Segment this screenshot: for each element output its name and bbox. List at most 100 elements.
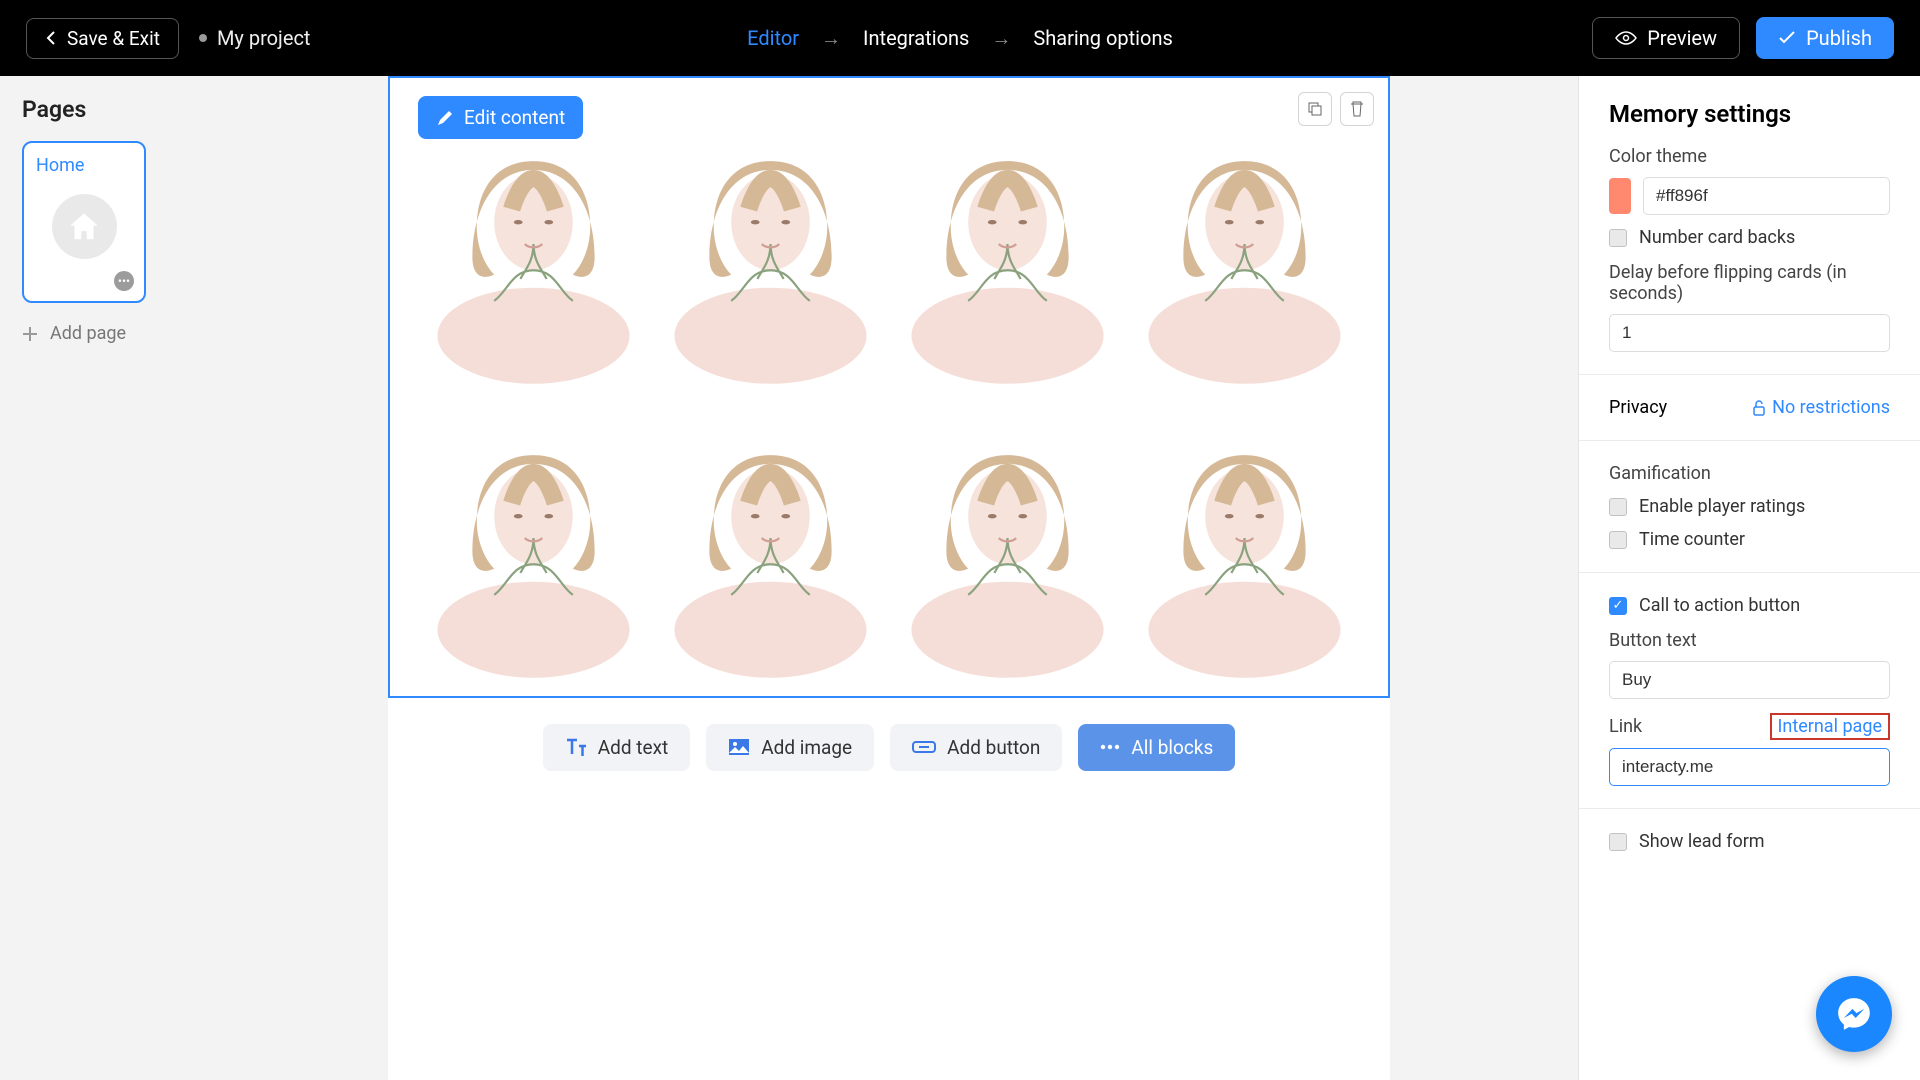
privacy-row: Privacy No restrictions <box>1579 375 1920 441</box>
right-panel: Memory settings Color theme Number card … <box>1578 76 1920 1080</box>
pencil-icon <box>436 109 454 127</box>
unlock-icon <box>1752 400 1766 416</box>
canvas-page: Edit content A <box>388 76 1390 1080</box>
internal-page-link[interactable]: Internal page <box>1770 713 1891 740</box>
time-counter-label: Time counter <box>1639 529 1745 550</box>
add-page-label: Add page <box>50 323 126 344</box>
messenger-icon <box>1835 995 1873 1033</box>
gamification-section: Gamification Enable player ratings Time … <box>1579 441 1920 573</box>
preview-button[interactable]: Preview <box>1592 17 1740 59</box>
eye-icon <box>1615 30 1637 46</box>
add-text-label: Add text <box>598 736 668 759</box>
memory-card[interactable] <box>1131 100 1358 384</box>
lead-form-section: Show lead form <box>1579 809 1920 874</box>
number-card-backs-label: Number card backs <box>1639 227 1795 248</box>
privacy-value[interactable]: No restrictions <box>1752 397 1890 418</box>
duplicate-button[interactable] <box>1298 92 1332 126</box>
unsaved-dot-icon <box>199 34 207 42</box>
arrow-right-icon: → <box>821 26 841 51</box>
trash-icon <box>1350 101 1364 117</box>
button-icon <box>912 739 936 755</box>
add-page-button[interactable]: Add page <box>22 323 178 344</box>
dots-icon <box>1100 744 1120 750</box>
arrow-right-icon: → <box>991 26 1011 51</box>
add-image-label: Add image <box>761 736 852 759</box>
add-button-button[interactable]: Add button <box>890 724 1062 771</box>
text-icon <box>565 738 587 756</box>
checkbox-icon[interactable] <box>1609 229 1627 247</box>
save-exit-label: Save & Exit <box>67 27 160 50</box>
save-exit-button[interactable]: Save & Exit <box>26 18 179 59</box>
link-input[interactable] <box>1609 748 1890 786</box>
privacy-label: Privacy <box>1609 397 1667 418</box>
color-theme-section: Color theme Number card backs Delay befo… <box>1579 146 1920 375</box>
chevron-left-icon <box>45 30 57 46</box>
gamification-label: Gamification <box>1609 463 1890 484</box>
all-blocks-label: All blocks <box>1131 736 1213 759</box>
cta-label: Call to action button <box>1639 595 1800 616</box>
memory-card[interactable] <box>657 100 884 384</box>
pages-title: Pages <box>22 96 178 123</box>
copy-icon <box>1307 101 1323 117</box>
checkbox-icon[interactable] <box>1609 597 1627 615</box>
link-row: Link Internal page <box>1609 713 1890 740</box>
publish-button[interactable]: Publish <box>1756 17 1894 59</box>
home-icon <box>52 194 117 259</box>
plus-icon <box>22 326 38 342</box>
link-label: Link <box>1609 716 1642 737</box>
publish-label: Publish <box>1806 26 1872 50</box>
project-name-label: My project <box>217 26 311 50</box>
checkbox-icon[interactable] <box>1609 531 1627 549</box>
page-thumb-label: Home <box>36 155 132 176</box>
cta-row[interactable]: Call to action button <box>1609 595 1890 616</box>
add-image-button[interactable]: Add image <box>706 724 874 771</box>
left-panel: Pages Home ••• Add page <box>0 76 200 1080</box>
enable-ratings-row[interactable]: Enable player ratings <box>1609 496 1890 517</box>
canvas: Edit content A <box>200 76 1578 1080</box>
page-thumb-home[interactable]: Home ••• <box>22 141 146 303</box>
checkbox-icon[interactable] <box>1609 833 1627 851</box>
checkbox-icon[interactable] <box>1609 498 1627 516</box>
cta-section: Call to action button Button text Link I… <box>1579 573 1920 809</box>
delete-button[interactable] <box>1340 92 1374 126</box>
delay-input[interactable] <box>1609 314 1890 352</box>
image-icon <box>728 738 750 756</box>
memory-card[interactable] <box>894 394 1121 678</box>
add-text-button[interactable]: Add text <box>543 724 690 771</box>
memory-card[interactable] <box>420 394 647 678</box>
button-text-label: Button text <box>1609 630 1890 651</box>
center-nav: Editor → Integrations → Sharing options <box>747 26 1173 51</box>
add-block-row: Add text Add image Add button All blocks <box>388 698 1390 797</box>
button-text-input[interactable] <box>1609 661 1890 699</box>
all-blocks-button[interactable]: All blocks <box>1078 724 1235 771</box>
top-bar: Save & Exit My project Editor → Integrat… <box>0 0 1920 76</box>
page-options-icon[interactable]: ••• <box>114 271 134 291</box>
show-lead-form-label: Show lead form <box>1639 831 1765 852</box>
add-button-label: Add button <box>947 736 1040 759</box>
memory-card[interactable] <box>1131 394 1358 678</box>
panel-title: Memory settings <box>1579 76 1920 146</box>
nav-sharing[interactable]: Sharing options <box>1033 26 1172 50</box>
time-counter-row[interactable]: Time counter <box>1609 529 1890 550</box>
header-actions: Preview Publish <box>1592 17 1894 59</box>
nav-editor[interactable]: Editor <box>747 26 799 50</box>
delay-label: Delay before flipping cards (in seconds) <box>1609 262 1890 304</box>
memory-card[interactable] <box>657 394 884 678</box>
preview-label: Preview <box>1647 26 1717 50</box>
nav-integrations[interactable]: Integrations <box>863 26 969 50</box>
color-input[interactable] <box>1643 177 1890 215</box>
number-card-backs-row[interactable]: Number card backs <box>1609 227 1890 248</box>
memory-card[interactable] <box>894 100 1121 384</box>
project-name[interactable]: My project <box>199 26 311 50</box>
color-theme-label: Color theme <box>1609 146 1890 167</box>
edit-content-label: Edit content <box>464 106 565 129</box>
messenger-button[interactable] <box>1816 976 1892 1052</box>
color-swatch[interactable] <box>1609 178 1631 214</box>
check-icon <box>1778 31 1796 45</box>
memory-card[interactable] <box>420 100 647 384</box>
enable-ratings-label: Enable player ratings <box>1639 496 1805 517</box>
memory-block[interactable]: Edit content <box>388 76 1390 698</box>
show-lead-form-row[interactable]: Show lead form <box>1609 831 1890 852</box>
edit-content-button[interactable]: Edit content <box>418 96 583 139</box>
card-grid <box>420 100 1358 678</box>
